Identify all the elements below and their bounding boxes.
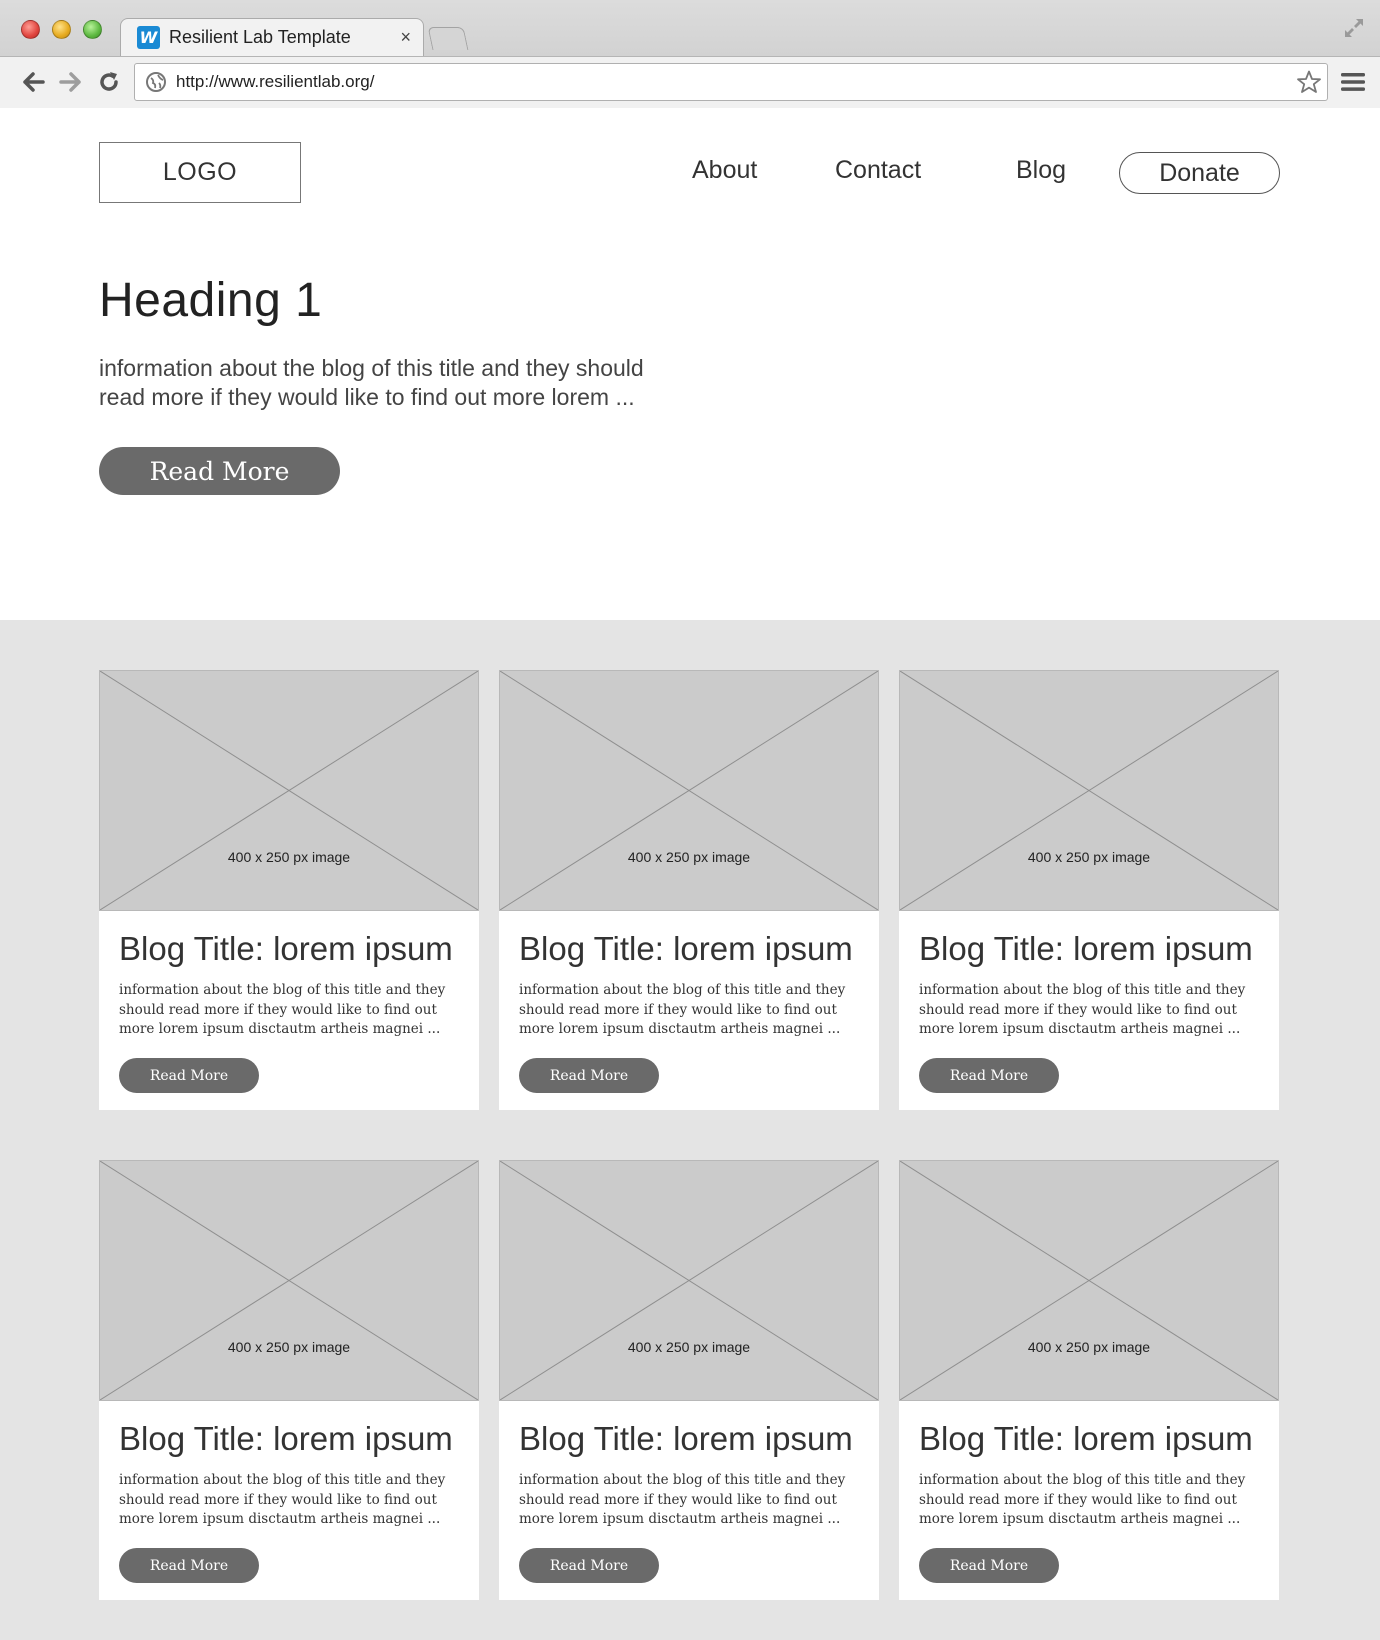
browser-tab[interactable]: W Resilient Lab Template × (120, 18, 424, 56)
blog-card: 400 x 250 px image Blog Title: lorem ips… (499, 670, 879, 1110)
blog-card: 400 x 250 px image Blog Title: lorem ips… (99, 1160, 479, 1600)
minimize-window-button[interactable] (52, 20, 71, 39)
card-excerpt: information about the blog of this title… (919, 982, 1246, 1037)
blog-card: 400 x 250 px image Blog Title: lorem ips… (899, 670, 1279, 1110)
favicon-icon: W (137, 26, 160, 49)
placeholder-cross-icon (900, 671, 1278, 910)
globe-icon (146, 72, 166, 92)
new-tab-button[interactable] (427, 27, 469, 50)
placeholder-cross-icon (100, 671, 478, 910)
donate-button[interactable]: Donate (1119, 152, 1280, 194)
card-title[interactable]: Blog Title: lorem ipsum (119, 1420, 453, 1458)
placeholder-cross-icon (100, 1161, 478, 1400)
card-read-more-button[interactable]: Read More (119, 1548, 259, 1583)
card-excerpt: information about the blog of this title… (519, 1472, 846, 1527)
card-read-more-button[interactable]: Read More (119, 1058, 259, 1093)
placeholder-cross-icon (500, 1161, 878, 1400)
card-title[interactable]: Blog Title: lorem ipsum (119, 930, 453, 968)
card-title[interactable]: Blog Title: lorem ipsum (519, 930, 853, 968)
close-window-button[interactable] (21, 20, 40, 39)
blog-card: 400 x 250 px image Blog Title: lorem ips… (899, 1160, 1279, 1600)
image-placeholder-label: 400 x 250 px image (1027, 849, 1151, 865)
zoom-window-button[interactable] (83, 20, 102, 39)
back-arrow-icon[interactable] (21, 69, 47, 95)
image-placeholder: 400 x 250 px image (499, 670, 879, 911)
forward-arrow-icon[interactable] (57, 69, 83, 95)
nav-link-about[interactable]: About (692, 156, 757, 185)
card-title[interactable]: Blog Title: lorem ipsum (519, 1420, 853, 1458)
image-placeholder-label: 400 x 250 px image (627, 1339, 751, 1355)
card-excerpt: information about the blog of this title… (919, 1472, 1246, 1527)
hero-heading: Heading 1 (99, 274, 323, 327)
hero-read-more-button[interactable]: Read More (99, 447, 340, 495)
image-placeholder-label: 400 x 250 px image (1027, 1339, 1151, 1355)
nav-link-contact[interactable]: Contact (835, 156, 921, 185)
fullscreen-icon[interactable] (1342, 16, 1366, 40)
card-title[interactable]: Blog Title: lorem ipsum (919, 930, 1253, 968)
url-text: http://www.resilientlab.org/ (176, 72, 375, 91)
browser-toolbar: http://www.resilientlab.org/ (0, 56, 1380, 108)
card-excerpt: information about the blog of this title… (119, 982, 446, 1037)
site-logo[interactable]: LOGO (99, 142, 301, 203)
blog-card: 400 x 250 px image Blog Title: lorem ips… (99, 670, 479, 1110)
card-read-more-button[interactable]: Read More (919, 1058, 1059, 1093)
image-placeholder: 400 x 250 px image (899, 1160, 1279, 1401)
page-header-hero: LOGO About Contact Blog Donate Heading 1… (0, 108, 1380, 620)
bookmark-star-icon[interactable] (1296, 69, 1322, 95)
window-controls (21, 20, 102, 39)
card-read-more-button[interactable]: Read More (919, 1548, 1059, 1583)
image-placeholder: 400 x 250 px image (899, 670, 1279, 911)
tab-close-icon[interactable]: × (400, 27, 411, 48)
reload-icon[interactable] (96, 69, 122, 95)
placeholder-cross-icon (900, 1161, 1278, 1400)
address-bar[interactable]: http://www.resilientlab.org/ (134, 63, 1328, 101)
image-placeholder: 400 x 250 px image (499, 1160, 879, 1401)
image-placeholder: 400 x 250 px image (99, 1160, 479, 1401)
card-read-more-button[interactable]: Read More (519, 1058, 659, 1093)
image-placeholder: 400 x 250 px image (99, 670, 479, 911)
card-read-more-button[interactable]: Read More (519, 1548, 659, 1583)
image-placeholder-label: 400 x 250 px image (627, 849, 751, 865)
nav-link-blog[interactable]: Blog (1016, 156, 1066, 185)
card-excerpt: information about the blog of this title… (119, 1472, 446, 1527)
card-title[interactable]: Blog Title: lorem ipsum (919, 1420, 1253, 1458)
blog-card-grid: 400 x 250 px image Blog Title: lorem ips… (99, 670, 1281, 1600)
image-placeholder-label: 400 x 250 px image (227, 849, 351, 865)
browser-chrome: W Resilient Lab Template × http://www.re… (0, 0, 1380, 108)
image-placeholder-label: 400 x 250 px image (227, 1339, 351, 1355)
card-excerpt: information about the blog of this title… (519, 982, 846, 1037)
tab-title: Resilient Lab Template (169, 27, 351, 47)
placeholder-cross-icon (500, 671, 878, 910)
hero-description: information about the blog of this title… (99, 355, 644, 410)
blog-card: 400 x 250 px image Blog Title: lorem ips… (499, 1160, 879, 1600)
menu-icon[interactable] (1340, 70, 1366, 94)
